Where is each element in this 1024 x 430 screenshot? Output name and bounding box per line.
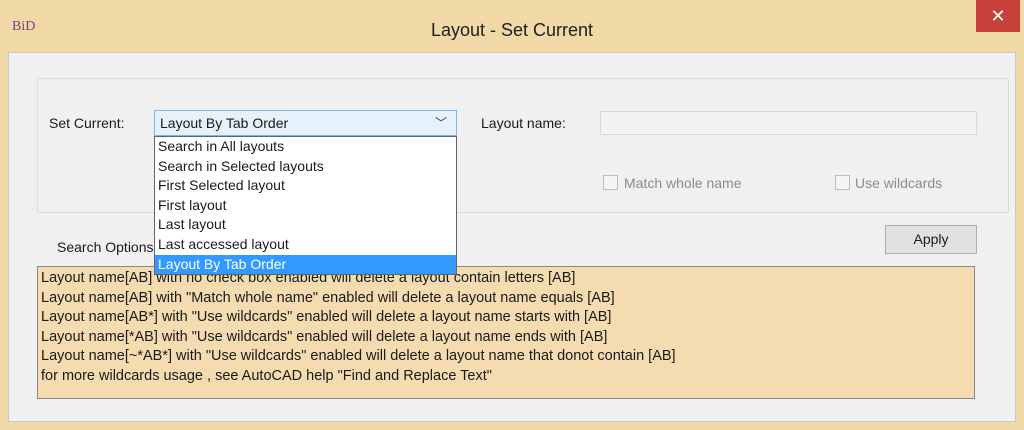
- help-line: for more wildcards usage , see AutoCAD h…: [41, 367, 492, 384]
- dropdown-option[interactable]: Last accessed layout: [155, 235, 456, 255]
- set-current-combobox[interactable]: Layout By Tab Order ﹀: [154, 110, 457, 136]
- set-current-dropdown-list: Search in All layouts Search in Selected…: [154, 136, 457, 276]
- dropdown-option[interactable]: Search in All layouts: [155, 137, 456, 157]
- dropdown-option[interactable]: First layout: [155, 196, 456, 216]
- help-text-box: Layout name[AB] with no check box enable…: [37, 266, 975, 399]
- window-title: Layout - Set Current: [430, 20, 594, 40]
- layout-name-label: Layout name:: [481, 115, 566, 131]
- search-options-label: Search Options: [57, 239, 154, 255]
- use-wildcards-label: Use wildcards: [855, 175, 943, 191]
- use-wildcards-checkbox[interactable]: [835, 175, 850, 190]
- dialog-window: BiD Layout - Set Current ✕ Set Current: …: [0, 0, 1024, 430]
- close-icon: ✕: [990, 6, 1006, 26]
- help-line: Layout name[*AB] with "Use wildcards" en…: [41, 328, 608, 345]
- help-line: Layout name[AB] with "Match whole name" …: [41, 289, 615, 306]
- layout-name-input[interactable]: [600, 111, 977, 135]
- match-whole-name-label: Match whole name: [624, 175, 742, 191]
- dropdown-option[interactable]: First Selected layout: [155, 176, 456, 196]
- dropdown-option-selected[interactable]: Layout By Tab Order: [155, 254, 456, 275]
- dropdown-option[interactable]: Last layout: [155, 215, 456, 235]
- set-current-label: Set Current:: [49, 115, 125, 131]
- help-line: Layout name[~*AB*] with "Use wildcards" …: [41, 348, 676, 364]
- title-bar[interactable]: BiD Layout - Set Current ✕: [0, 0, 1024, 52]
- match-whole-name-checkbox[interactable]: [603, 175, 618, 190]
- apply-button[interactable]: Apply: [885, 225, 977, 254]
- dialog-body: Set Current: Layout By Tab Order ﹀ Layou…: [8, 52, 1016, 422]
- set-current-value: Layout By Tab Order: [160, 115, 289, 131]
- chevron-down-icon: ﹀: [435, 116, 448, 130]
- help-line: Layout name[AB*] with "Use wildcards" en…: [41, 309, 612, 325]
- close-button[interactable]: ✕: [976, 0, 1020, 32]
- dropdown-option[interactable]: Search in Selected layouts: [155, 157, 456, 177]
